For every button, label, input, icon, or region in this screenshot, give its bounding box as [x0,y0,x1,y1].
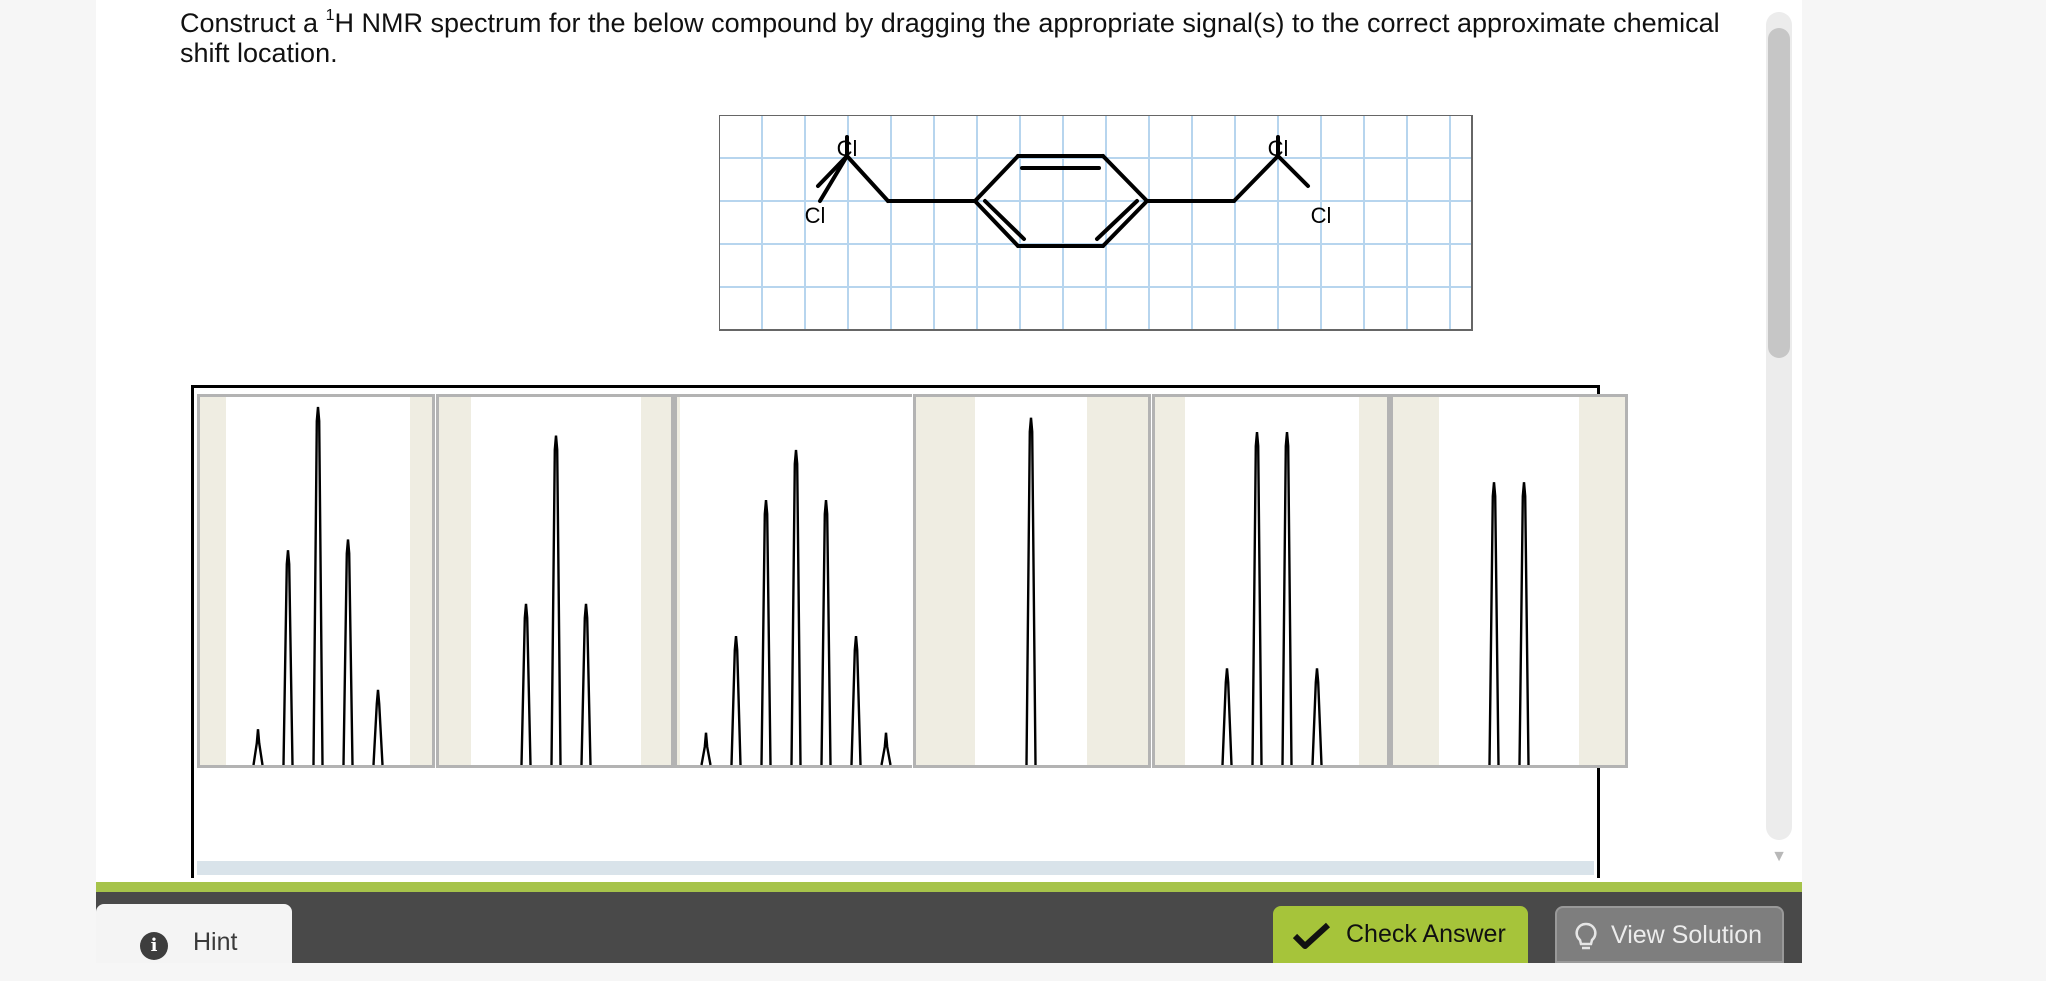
chlorine-label: Cl [805,203,826,228]
signal-peak [1221,668,1233,766]
scroll-down-arrow-icon[interactable]: ▼ [1766,848,1792,866]
signal-tile[interactable] [197,394,435,768]
signal-peak [1025,417,1037,766]
signal-peak [252,729,264,766]
info-icon: i [140,932,168,960]
scrollbar-thumb[interactable] [1768,28,1790,358]
signal-multiplet [1221,431,1323,766]
signal-peak [790,449,802,766]
problem-frame: Construct a 1H NMR spectrum for the belo… [96,0,1802,963]
chlorine-label: Cl [1268,136,1289,161]
lightbulb-icon [1575,922,1597,950]
signal-tray [191,385,1628,878]
signal-multiplet [1025,417,1037,766]
question-text-start: Construct a [180,8,326,38]
signal-peak [1251,431,1263,766]
signal-peak [760,499,772,766]
signal-peak [312,406,324,766]
signal-multiplet [520,435,592,766]
signal-peak [1518,482,1530,766]
chemical-shift-axis-strip [197,861,1594,875]
question-text-end: H NMR spectrum for the below compound by… [180,8,1720,68]
signal-tile[interactable] [436,394,674,768]
checkmark-icon [1293,922,1331,949]
footer-accent-bar [96,882,1802,892]
signal-peak [580,603,592,766]
signal-multiplet [252,406,384,766]
signal-tile[interactable] [913,394,1151,768]
signal-tile[interactable] [1152,394,1390,768]
signal-peak [372,689,384,766]
footer-bar [96,892,1802,963]
signal-peak [550,435,562,766]
chlorine-label: Cl [837,136,858,161]
grid-paper [719,115,1473,331]
signal-peak [820,499,832,766]
signal-peak [730,636,742,766]
signal-peak [850,636,862,766]
hint-label: Hint [193,928,238,956]
hint-button[interactable]: i Hint [96,904,292,963]
signal-peak [1311,668,1323,766]
molecule-structure: Cl Cl Cl Cl [719,115,1473,331]
chlorine-label: Cl [1311,203,1332,228]
scrollbar[interactable] [1766,12,1792,840]
signal-tile[interactable] [1390,394,1628,768]
signal-peak [700,732,712,766]
signal-peak [342,539,354,766]
signal-multiplet [700,449,892,766]
signal-peak [520,603,532,766]
view-solution-button[interactable]: View Solution [1555,906,1784,963]
check-answer-label: Check Answer [1346,920,1506,948]
signal-peak [1281,431,1293,766]
view-solution-label: View Solution [1611,921,1763,949]
question-text: Construct a 1H NMR spectrum for the belo… [180,8,1740,69]
signal-peak [282,550,294,766]
signal-tile[interactable] [674,394,912,768]
check-answer-button[interactable]: Check Answer [1273,906,1528,963]
signal-multiplet [1488,482,1530,766]
signal-peak [880,732,892,766]
signal-peak [1488,482,1500,766]
